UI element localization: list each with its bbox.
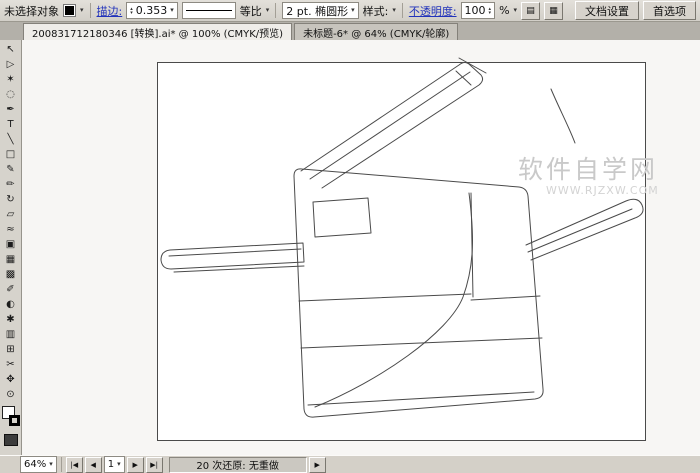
opacity-spinner[interactable]: ▴ ▾ (489, 7, 492, 15)
graph-tool-icon[interactable]: ▥ (2, 327, 20, 342)
line-segment-tool-icon[interactable]: ╲ (2, 132, 20, 147)
sketch-panel-rect-path (313, 198, 371, 237)
spinner-down-icon[interactable]: ▾ (489, 11, 492, 15)
separator (90, 3, 91, 18)
separator (402, 3, 403, 18)
graphic-styles-panel-icon[interactable]: ▦ (544, 2, 563, 20)
selection-tool-icon[interactable]: ↖ (2, 42, 20, 57)
document-tab-active[interactable]: 200831712180346 [转换].ai* @ 100% (CMYK/预览… (23, 23, 292, 40)
lasso-tool-icon[interactable]: ◌ (2, 87, 20, 102)
eyedropper-tool-icon[interactable]: ✐ (2, 282, 20, 297)
free-transform-tool-icon[interactable]: ▣ (2, 237, 20, 252)
magic-wand-tool-icon[interactable]: ✶ (2, 72, 20, 87)
page-number-value[interactable]: 1 (108, 459, 114, 470)
zoom-value[interactable]: 64% (24, 459, 46, 470)
chevron-down-icon[interactable]: ▾ (117, 461, 121, 468)
blend-tool-icon[interactable]: ◐ (2, 297, 20, 312)
zoom-select[interactable]: 64% ▾ (20, 456, 57, 473)
hand-tool-icon[interactable]: ✥ (2, 372, 20, 387)
mesh-tool-icon[interactable]: ▦ (2, 252, 20, 267)
rectangle-tool-icon[interactable]: □ (2, 147, 20, 162)
sketch-hline3-path (301, 338, 542, 348)
stroke-weight-input[interactable]: ▴ ▾ 0.353 ▾ (126, 2, 178, 19)
preferences-button[interactable]: 首选项 (643, 1, 696, 20)
slice-tool-icon[interactable]: ✂ (2, 357, 20, 372)
chevron-down-icon[interactable]: ▾ (351, 7, 355, 14)
first-page-button[interactable]: |◀ (66, 457, 83, 473)
rotate-tool-icon[interactable]: ↻ (2, 192, 20, 207)
separator (275, 3, 276, 18)
chevron-down-icon[interactable]: ▾ (392, 7, 396, 14)
stroke-profile-line-icon (186, 10, 232, 11)
opacity-link[interactable]: 不透明度: (409, 3, 457, 19)
chevron-down-icon[interactable]: ▾ (170, 7, 174, 14)
prev-page-button[interactable]: ◀ (85, 457, 102, 473)
stroke-profile-select[interactable] (182, 2, 236, 19)
tools-panel: ↖ ▷ ✶ ◌ ✒ T ╲ □ ✎ ✏ ↻ ▱ ≈ ▣ ▦ ▩ ✐ ◐ ✱ ▥ … (0, 40, 22, 455)
canvas-area[interactable]: 软件自学网 WWW.RJZXW.COM (22, 40, 700, 455)
screen-mode-button[interactable] (4, 434, 18, 446)
direct-selection-tool-icon[interactable]: ▷ (2, 57, 20, 72)
stroke-weight-spinner[interactable]: ▴ ▾ (130, 7, 133, 15)
sketch-hline1-path (299, 294, 471, 301)
sketch-right-tray-outer-path (526, 199, 643, 260)
sketch-front-curve-path (315, 193, 473, 407)
width-tool-icon[interactable]: ≈ (2, 222, 20, 237)
stroke-swatch[interactable] (9, 415, 20, 426)
scale-tool-icon[interactable]: ▱ (2, 207, 20, 222)
sketch-body-path (294, 169, 543, 417)
sketch-left-tray-outer-path (161, 243, 304, 269)
status-bar: 64% ▾ |◀ ◀ 1 ▾ ▶ ▶| 20 次还原: 无重做 ▶ (0, 455, 700, 473)
opacity-input[interactable]: 100 ▴ ▾ (461, 2, 496, 19)
sketch-stray-line-path (551, 89, 575, 143)
selection-status: 未选择对象 (4, 3, 59, 19)
separator (61, 457, 62, 472)
sketch-right-tray-inner-path (528, 209, 632, 252)
spinner-down-icon[interactable]: ▾ (130, 11, 133, 15)
chevron-down-icon[interactable]: ▾ (49, 461, 53, 468)
stroke-link[interactable]: 描边: (97, 3, 123, 19)
sketch-bottom-inner-path (308, 392, 534, 405)
printer-outline-sketch (22, 40, 700, 455)
brush-select[interactable]: 2 pt. 椭圆形 ▾ (282, 2, 358, 19)
zoom-tool-icon[interactable]: ⊙ (2, 387, 20, 402)
undo-status: 20 次还原: 无重做 (169, 457, 307, 473)
last-page-button[interactable]: ▶| (146, 457, 163, 473)
sketch-hline2-path (471, 296, 540, 300)
profile-label: 等比 (240, 3, 262, 19)
page-number-input[interactable]: 1 ▾ (104, 456, 125, 473)
opacity-unit-label: % (499, 4, 509, 17)
symbol-sprayer-tool-icon[interactable]: ✱ (2, 312, 20, 327)
type-tool-icon[interactable]: T (2, 117, 20, 132)
pencil-tool-icon[interactable]: ✏ (2, 177, 20, 192)
chevron-down-icon[interactable]: ▾ (514, 7, 518, 14)
sketch-left-tray-lower-path (174, 266, 304, 272)
color-swatch[interactable] (63, 4, 76, 17)
pen-tool-icon[interactable]: ✒ (2, 102, 20, 117)
paintbrush-tool-icon[interactable]: ✎ (2, 162, 20, 177)
document-tab-bar: 200831712180346 [转换].ai* @ 100% (CMYK/预览… (0, 22, 700, 40)
document-tab-inactive[interactable]: 未标题-6* @ 64% (CMYK/轮廓) (294, 23, 458, 40)
control-bar: 未选择对象 ▾ 描边: ▴ ▾ 0.353 ▾ 等比 ▾ 2 pt. 椭圆形 ▾… (0, 0, 700, 22)
chevron-down-icon[interactable]: ▾ (266, 7, 270, 14)
artboard-tool-icon[interactable]: ⊞ (2, 342, 20, 357)
sketch-feeder-cap-path (459, 58, 486, 73)
style-label: 样式: (363, 3, 389, 19)
fill-stroke-indicator[interactable] (2, 406, 20, 426)
status-menu-button[interactable]: ▶ (309, 457, 326, 473)
brush-value[interactable]: 2 pt. 椭圆形 (286, 3, 348, 19)
stroke-weight-value[interactable]: 0.353 (136, 4, 168, 17)
chevron-down-icon[interactable]: ▾ (80, 7, 84, 14)
gradient-tool-icon[interactable]: ▩ (2, 267, 20, 282)
opacity-value[interactable]: 100 (465, 4, 486, 17)
sketch-left-tray-inner-path (169, 249, 301, 256)
document-setup-button[interactable]: 文档设置 (575, 1, 639, 20)
next-page-button[interactable]: ▶ (127, 457, 144, 473)
sketch-feeder-inner-path (310, 72, 470, 179)
appearance-panel-icon[interactable]: ▤ (521, 2, 540, 20)
